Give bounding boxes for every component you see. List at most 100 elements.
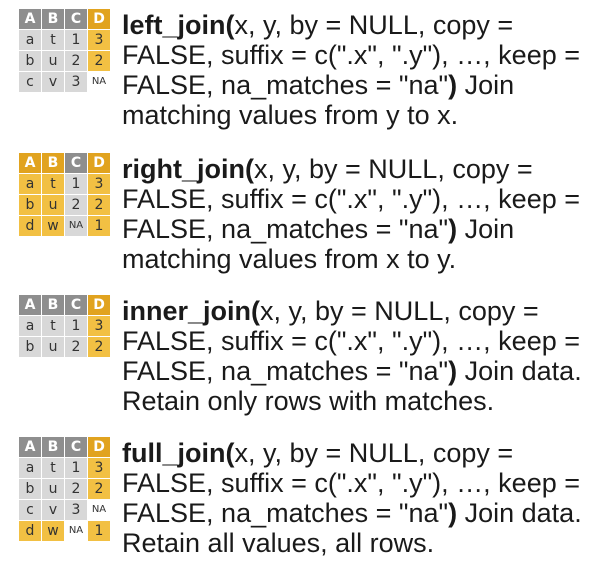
table-cell: u (42, 195, 64, 215)
table-cell: b (19, 195, 41, 215)
table-cell: w (42, 216, 64, 236)
header-cell: C (65, 9, 87, 29)
table-cell: a (19, 458, 41, 478)
table-cell: w (42, 521, 64, 541)
header-cell: B (42, 153, 64, 173)
header-cell: D (88, 153, 110, 173)
table-cell: b (19, 337, 41, 357)
function-name: full_join (122, 438, 226, 468)
table-cell: 1 (88, 216, 110, 236)
table-cell: 1 (65, 316, 87, 336)
inner-join-table-icon: A B C D a t 1 3 b u 2 2 (18, 294, 111, 358)
table-cell-na: NA (68, 525, 84, 536)
table-cell: 2 (65, 51, 87, 71)
header-cell: B (42, 295, 64, 315)
table-row: d w NA 1 (19, 216, 110, 236)
table-cell: a (19, 30, 41, 50)
table-cell: u (42, 51, 64, 71)
header-cell: D (88, 9, 110, 29)
table-row: a t 1 3 (19, 316, 110, 336)
header-cell: C (65, 153, 87, 173)
header-cell: B (42, 437, 64, 457)
table-cell: t (42, 30, 64, 50)
table-cell: 1 (65, 30, 87, 50)
inner-join-description: inner_join(x, y, by = NULL, copy = FALSE… (122, 296, 612, 416)
full-join-description: full_join(x, y, by = NULL, copy = FALSE,… (122, 438, 612, 558)
table-row: b u 2 2 (19, 337, 110, 357)
table-cell-na: NA (91, 76, 107, 87)
table-cell: a (19, 174, 41, 194)
table-row: a t 1 3 (19, 174, 110, 194)
close-paren: ) (448, 70, 458, 100)
table-cell: v (42, 72, 64, 92)
table-row: b u 2 2 (19, 479, 110, 499)
table-cell: a (19, 316, 41, 336)
table-cell: c (19, 500, 41, 520)
function-name: left_join (122, 10, 226, 40)
table-cell: 3 (88, 174, 110, 194)
header-cell: B (42, 9, 64, 29)
right-join-entry: A B C D a t 1 3 b u 2 2 d w NA 1 right_j… (0, 152, 614, 292)
table-cell: 2 (88, 337, 110, 357)
left-join-entry: A B C D a t 1 3 b u 2 2 c v 3 NA left_jo… (0, 8, 614, 148)
table-cell: 1 (65, 458, 87, 478)
table-cell: 2 (65, 337, 87, 357)
table-cell: t (42, 316, 64, 336)
table-cell: 3 (88, 458, 110, 478)
header-cell: A (19, 437, 41, 457)
table-row: a t 1 3 (19, 458, 110, 478)
table-cell: 1 (88, 521, 110, 541)
header-cell: C (65, 437, 87, 457)
table-header-row: A B C D (19, 437, 110, 457)
header-cell: A (19, 153, 41, 173)
right-join-table-icon: A B C D a t 1 3 b u 2 2 d w NA 1 (18, 152, 111, 237)
table-cell: 1 (65, 174, 87, 194)
table-cell: c (19, 72, 41, 92)
table-cell: 3 (65, 72, 87, 92)
function-name: inner_join (122, 296, 252, 326)
full-join-entry: A B C D a t 1 3 b u 2 2 c v 3 NA d w NA … (0, 436, 614, 576)
table-cell: 3 (88, 316, 110, 336)
table-row: a t 1 3 (19, 30, 110, 50)
left-join-table-icon: A B C D a t 1 3 b u 2 2 c v 3 NA (18, 8, 111, 93)
table-cell: 2 (65, 195, 87, 215)
table-cell: 2 (88, 479, 110, 499)
table-header-row: A B C D (19, 153, 110, 173)
close-paren: ) (448, 214, 458, 244)
header-cell: D (88, 437, 110, 457)
table-cell: 3 (65, 500, 87, 520)
table-row: b u 2 2 (19, 195, 110, 215)
full-join-table-icon: A B C D a t 1 3 b u 2 2 c v 3 NA d w NA … (18, 436, 111, 542)
header-cell: D (88, 295, 110, 315)
table-cell: v (42, 500, 64, 520)
header-cell: A (19, 9, 41, 29)
open-paren: ( (245, 154, 254, 184)
header-cell: A (19, 295, 41, 315)
table-row: d w NA 1 (19, 521, 110, 541)
table-cell: b (19, 479, 41, 499)
close-paren: ) (448, 356, 458, 386)
close-paren: ) (448, 498, 458, 528)
table-row: b u 2 2 (19, 51, 110, 71)
table-cell: t (42, 174, 64, 194)
right-join-description: right_join(x, y, by = NULL, copy = FALSE… (122, 154, 612, 274)
table-row: c v 3 NA (19, 72, 110, 92)
table-row: c v 3 NA (19, 500, 110, 520)
table-cell: b (19, 51, 41, 71)
left-join-description: left_join(x, y, by = NULL, copy = FALSE,… (122, 10, 612, 130)
function-name: right_join (122, 154, 245, 184)
open-paren: ( (225, 438, 235, 468)
header-cell: C (65, 295, 87, 315)
table-cell-na: NA (65, 216, 87, 236)
table-cell: 2 (88, 51, 110, 71)
inner-join-entry: A B C D a t 1 3 b u 2 2 inner_join(x, y,… (0, 294, 614, 434)
table-cell-na: NA (91, 504, 107, 515)
table-cell: u (42, 479, 64, 499)
table-cell: 3 (88, 30, 110, 50)
table-cell: d (19, 216, 41, 236)
table-cell: 2 (88, 195, 110, 215)
open-paren: ( (225, 10, 235, 40)
table-cell: t (42, 458, 64, 478)
table-header-row: A B C D (19, 295, 110, 315)
table-cell: u (42, 337, 64, 357)
